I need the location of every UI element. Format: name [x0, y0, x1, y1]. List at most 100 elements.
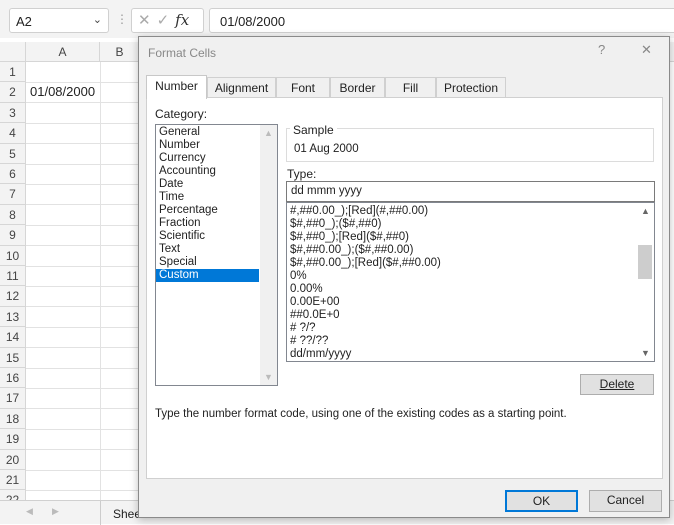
- category-scrollbar[interactable]: ▲ ▼: [260, 125, 277, 385]
- fx-icon[interactable]: fx: [175, 11, 189, 29]
- scroll-up-icon[interactable]: ▲: [641, 206, 650, 216]
- row-header[interactable]: 15: [0, 347, 26, 368]
- category-item[interactable]: Fraction: [156, 217, 259, 230]
- help-button[interactable]: ?: [598, 42, 605, 57]
- scroll-right-icon[interactable]: ▶: [52, 506, 59, 517]
- tab-border[interactable]: Border: [330, 77, 385, 98]
- row-header[interactable]: 8: [0, 204, 26, 226]
- row-header[interactable]: 1: [0, 62, 26, 83]
- category-item[interactable]: Special: [156, 256, 259, 269]
- row-header[interactable]: 4: [0, 123, 26, 144]
- row-header[interactable]: 18: [0, 408, 26, 430]
- gridline: [26, 82, 138, 83]
- gridline: [26, 163, 138, 165]
- gridline: [26, 102, 138, 104]
- gridline: [26, 388, 138, 389]
- row-header[interactable]: 20: [0, 449, 26, 470]
- row-header[interactable]: 9: [0, 225, 26, 246]
- row-header[interactable]: 17: [0, 388, 26, 409]
- category-item[interactable]: Scientific: [156, 230, 259, 243]
- format-code-item[interactable]: 0.00E+00: [287, 296, 654, 309]
- format-code-item[interactable]: # ?/?: [287, 322, 654, 335]
- row-header[interactable]: 11: [0, 266, 26, 287]
- category-item[interactable]: Number: [156, 139, 259, 152]
- column-header-a[interactable]: A: [26, 42, 100, 62]
- ok-button[interactable]: OK: [505, 490, 578, 512]
- cancel-icon[interactable]: ✕: [138, 12, 157, 29]
- tab-fill[interactable]: Fill: [385, 77, 436, 98]
- gridline: [26, 122, 138, 124]
- format-code-item[interactable]: ##0.0E+0: [287, 309, 654, 322]
- close-button[interactable]: ✕: [641, 42, 652, 58]
- scroll-down-icon[interactable]: ▼: [641, 348, 650, 358]
- gridline: [26, 408, 138, 410]
- gridline: [26, 326, 138, 328]
- scroll-up-icon[interactable]: ▲: [264, 128, 273, 138]
- row-header[interactable]: 21: [0, 470, 26, 491]
- description-text: Type the number format code, using one o…: [155, 408, 567, 420]
- format-code-item[interactable]: 0.00%: [287, 283, 654, 296]
- gridline: [100, 62, 101, 500]
- sheet-tab[interactable]: Shee: [100, 501, 141, 525]
- gridline: [26, 449, 138, 451]
- category-item[interactable]: Custom: [156, 269, 259, 282]
- delete-button[interactable]: Delete: [580, 374, 654, 395]
- gridline: [26, 306, 138, 308]
- number-panel: Category: General Number Currency Accountin…: [146, 97, 663, 479]
- category-item[interactable]: Date: [156, 178, 259, 191]
- row-header[interactable]: 13: [0, 306, 26, 328]
- format-code-list[interactable]: #,##0.00_);[Red](#,##0.00) $#,##0_);($#,#…: [286, 202, 655, 362]
- row-header[interactable]: 6: [0, 164, 26, 185]
- row-header[interactable]: 2: [0, 82, 26, 103]
- formula-input[interactable]: 01/08/2000: [209, 8, 674, 33]
- format-code-item[interactable]: dd/mm/yyyy: [287, 348, 654, 361]
- cancel-button[interactable]: Cancel: [589, 490, 662, 512]
- category-item[interactable]: Text: [156, 243, 259, 256]
- tab-font[interactable]: Font: [276, 77, 330, 98]
- scrollbar-thumb[interactable]: [638, 245, 652, 279]
- tab-protection[interactable]: Protection: [436, 77, 506, 98]
- sample-label: Sample: [290, 123, 337, 137]
- row-header[interactable]: 14: [0, 327, 26, 348]
- tab-alignment[interactable]: Alignment: [207, 77, 276, 98]
- scroll-down-icon[interactable]: ▼: [264, 372, 273, 382]
- row-header[interactable]: 12: [0, 286, 26, 307]
- tab-number[interactable]: Number: [146, 75, 207, 99]
- row-header[interactable]: 16: [0, 368, 26, 389]
- category-item[interactable]: Currency: [156, 152, 259, 165]
- type-input[interactable]: dd mmm yyyy: [286, 181, 655, 202]
- enter-icon[interactable]: ✓: [157, 12, 176, 29]
- format-scrollbar[interactable]: ▲ ▼: [637, 203, 654, 361]
- format-code-item[interactable]: $#,##0.00_);($#,##0.00): [287, 244, 654, 257]
- format-code-item[interactable]: $#,##0_);[Red]($#,##0): [287, 231, 654, 244]
- gridline: [26, 245, 138, 247]
- category-item[interactable]: Percentage: [156, 204, 259, 217]
- format-code-item[interactable]: $#,##0_);($#,##0): [287, 218, 654, 231]
- row-header[interactable]: 7: [0, 184, 26, 205]
- cell-a2[interactable]: 01/08/2000: [30, 84, 95, 99]
- format-code-item[interactable]: $#,##0.00_);[Red]($#,##0.00): [287, 257, 654, 270]
- name-box[interactable]: A2 ⌄: [9, 8, 109, 33]
- row-header[interactable]: 3: [0, 102, 26, 124]
- category-item[interactable]: Accounting: [156, 165, 259, 178]
- gridline: [26, 265, 138, 267]
- dialog-title: Format Cells: [148, 46, 217, 60]
- select-all-button[interactable]: [0, 42, 26, 62]
- format-code-item[interactable]: #,##0.00_);[Red](#,##0.00): [287, 205, 654, 218]
- scroll-left-icon[interactable]: ◀: [26, 506, 33, 517]
- formula-buttons: ✕✓fx: [131, 8, 204, 33]
- format-code-item[interactable]: # ??/??: [287, 335, 654, 348]
- row-header[interactable]: 10: [0, 245, 26, 266]
- category-item[interactable]: Time: [156, 191, 259, 204]
- gridline: [26, 469, 138, 471]
- gridline: [26, 428, 138, 430]
- format-code-item[interactable]: 0%: [287, 270, 654, 283]
- name-box-value: A2: [16, 14, 32, 29]
- row-header[interactable]: 5: [0, 143, 26, 164]
- category-list[interactable]: General Number Currency Accounting Date Time P…: [155, 124, 278, 386]
- category-item[interactable]: General: [156, 126, 259, 139]
- row-header[interactable]: 19: [0, 429, 26, 450]
- column-header-b[interactable]: B: [100, 42, 140, 62]
- format-cells-dialog: Format Cells ? ✕ Number Alignment Font B…: [138, 36, 670, 518]
- chevron-down-icon[interactable]: ⌄: [93, 13, 102, 26]
